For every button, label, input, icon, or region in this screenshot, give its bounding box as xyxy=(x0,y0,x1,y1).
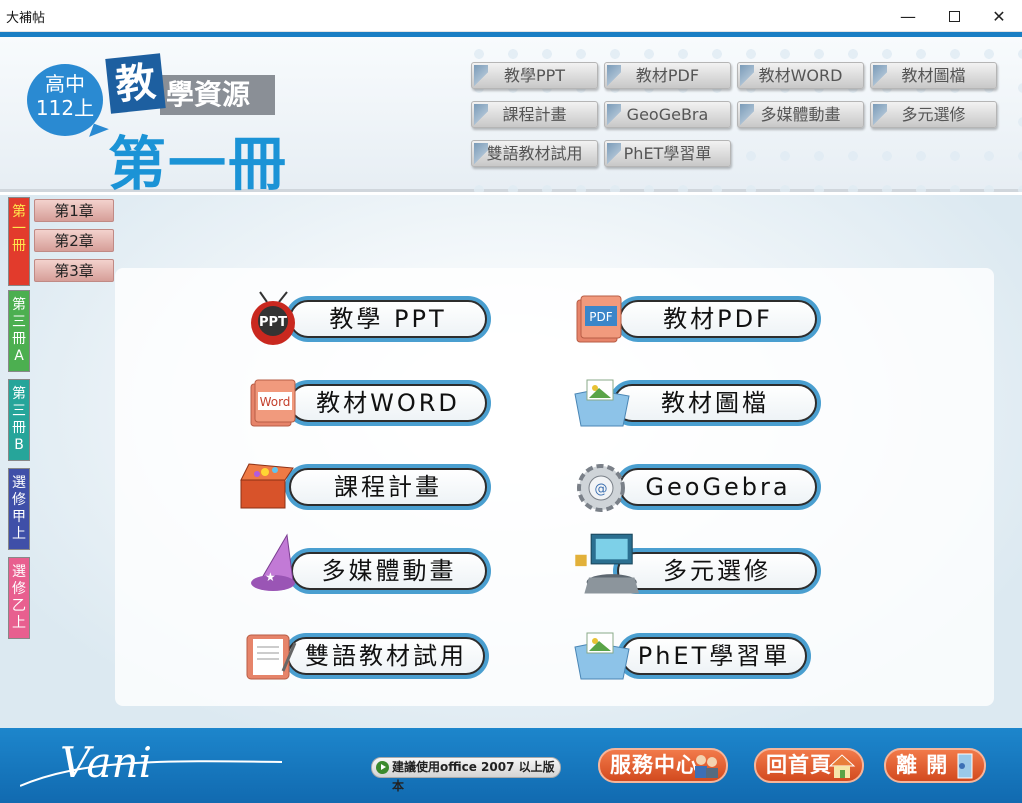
teaching-ppt-button[interactable]: PPT 教學 PPT xyxy=(245,291,491,345)
chapter-2-button[interactable]: 第2章 xyxy=(34,229,114,252)
multi-elective-button[interactable]: 多元選修 xyxy=(573,533,821,594)
wizard-hat-icon: ★ xyxy=(251,533,295,591)
image-folder-icon xyxy=(574,632,630,680)
material-images-button[interactable]: 教材圖檔 xyxy=(573,379,821,427)
minimize-button[interactable]: — xyxy=(885,0,931,32)
word-book-icon: Word xyxy=(250,379,296,427)
top-link-animation[interactable]: 多媒體動畫 xyxy=(737,101,864,128)
svg-text:Word: Word xyxy=(260,395,291,409)
grade-term: 112上 xyxy=(35,96,95,120)
play-icon xyxy=(376,761,389,774)
grade-level: 高中 xyxy=(45,72,85,96)
course-plan-label: 課程計畫 xyxy=(289,468,487,506)
window-title: 大補帖 xyxy=(6,11,46,26)
pdf-book-icon: PDF xyxy=(576,295,622,343)
monitor-icon xyxy=(575,533,639,594)
multi-elective-label: 多元選修 xyxy=(617,552,817,590)
bilingual-trial-label: 雙語教材試用 xyxy=(287,637,485,675)
material-images-label: 教材圖檔 xyxy=(613,384,817,422)
volume-title: 第一冊 xyxy=(108,130,289,198)
home-label: 回首頁 xyxy=(766,753,832,777)
home-button[interactable]: 回首頁 xyxy=(754,748,864,783)
bilingual-trial-button[interactable]: 雙語教材試用 xyxy=(243,633,489,680)
vani-logo: Vani xyxy=(60,738,152,787)
tab-volume-1[interactable]: 第一冊 xyxy=(8,197,30,286)
home-icon xyxy=(828,754,856,778)
multimedia-animation-button[interactable]: ★ 多媒體動畫 xyxy=(247,533,491,594)
svg-text:PDF: PDF xyxy=(589,310,612,324)
exit-label: 離 開 xyxy=(896,753,949,777)
notebook-icon xyxy=(246,634,297,680)
maximize-icon xyxy=(948,10,960,22)
top-link-bilingual[interactable]: 雙語教材試用 xyxy=(471,140,598,167)
top-link-plan[interactable]: 課程計畫 xyxy=(471,101,598,128)
treasure-box-icon xyxy=(240,463,294,509)
top-link-geogebra[interactable]: GeoGeBra xyxy=(604,101,731,128)
tab-elective-b[interactable]: 選修乙上 xyxy=(8,557,30,639)
header: 高中 112上 教 學資源 第一冊 教學PPT 教材PDF 教材WORD 教材圖… xyxy=(0,37,1022,198)
teaching-ppt-label: 教學 PPT xyxy=(289,300,487,338)
phet-worksheet-label: PhET學習單 xyxy=(621,637,807,675)
top-link-images[interactable]: 教材圖檔 xyxy=(870,62,997,89)
chapter-1-button[interactable]: 第1章 xyxy=(34,199,114,222)
exit-button[interactable]: 離 開 xyxy=(884,748,986,783)
gear-icon: @ xyxy=(577,464,625,512)
title-teach: 教 xyxy=(105,53,166,114)
ppt-tv-icon: PPT xyxy=(251,291,295,345)
svg-text:@: @ xyxy=(595,482,608,497)
tab-volume-3b[interactable]: 第三冊B xyxy=(8,379,30,461)
grade-bubble: 高中 112上 xyxy=(27,64,103,136)
title-bar: 大補帖 — ✕ xyxy=(0,0,1022,32)
title-resource: 學資源 xyxy=(160,75,275,115)
material-pdf-label: 教材PDF xyxy=(619,300,817,338)
chapter-3-button[interactable]: 第3章 xyxy=(34,259,114,282)
course-plan-button[interactable]: 課程計畫 xyxy=(237,463,491,510)
service-center-label: 服務中心 xyxy=(610,753,698,777)
tab-elective-a[interactable]: 選修甲上 xyxy=(8,468,30,550)
top-link-word[interactable]: 教材WORD xyxy=(737,62,864,89)
close-button[interactable]: ✕ xyxy=(976,0,1022,32)
maximize-button[interactable] xyxy=(931,0,977,32)
svg-text:PPT: PPT xyxy=(259,315,287,330)
image-folder-icon xyxy=(574,379,630,427)
minimize-icon: — xyxy=(900,6,916,26)
top-link-pdf[interactable]: 教材PDF xyxy=(604,62,731,89)
top-link-phet[interactable]: PhET學習單 xyxy=(604,140,731,167)
geogebra-button[interactable]: @ GeoGebra xyxy=(575,464,821,512)
geogebra-label: GeoGebra xyxy=(619,468,817,506)
people-icon xyxy=(695,755,718,778)
top-link-electives[interactable]: 多元選修 xyxy=(870,101,997,128)
multimedia-animation-label: 多媒體動畫 xyxy=(291,552,487,590)
close-icon: ✕ xyxy=(992,6,1006,26)
door-exit-icon xyxy=(957,753,973,779)
material-pdf-button[interactable]: PDF 教材PDF xyxy=(575,295,821,343)
material-word-label: 教材WORD xyxy=(289,384,487,422)
office-notice: 建議使用office 2007 以上版本 xyxy=(371,757,561,793)
top-link-ppt[interactable]: 教學PPT xyxy=(471,62,598,89)
phet-worksheet-button[interactable]: PhET學習單 xyxy=(573,632,811,680)
service-center-button[interactable]: 服務中心 xyxy=(598,748,728,783)
tab-volume-3a[interactable]: 第三冊A xyxy=(8,290,30,372)
svg-text:★: ★ xyxy=(265,570,276,584)
material-word-button[interactable]: Word 教材WORD xyxy=(245,379,491,427)
